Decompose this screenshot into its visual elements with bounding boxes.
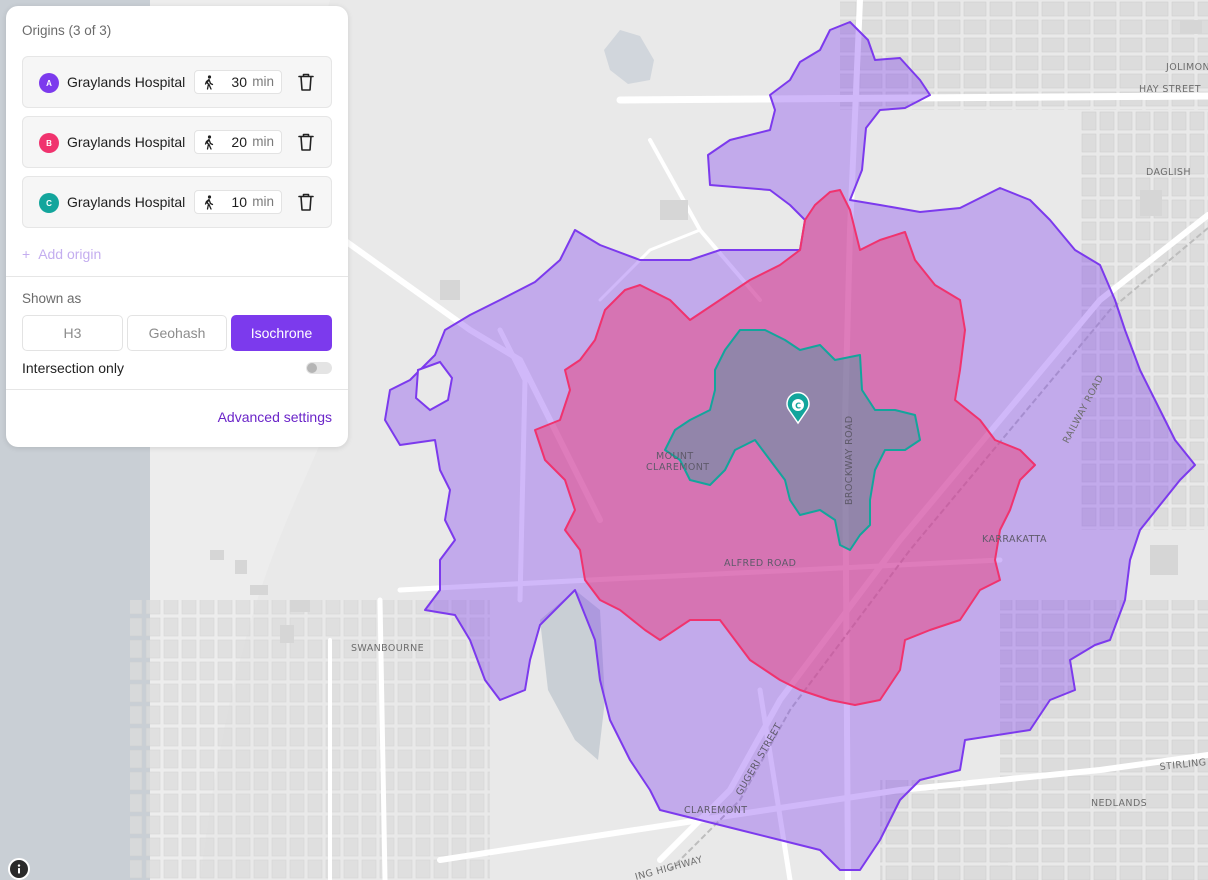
- shown-as-h3-button[interactable]: H3: [22, 315, 123, 351]
- label-jolimont: JOLIMON: [1165, 62, 1208, 73]
- label-hay-street: HAY STREET: [1139, 84, 1201, 95]
- label-daglish: DAGLISH: [1146, 167, 1191, 178]
- travel-time-unit-a: min: [252, 74, 274, 89]
- label-swanbourne: SWANBOURNE: [351, 643, 424, 654]
- walk-icon: [204, 135, 214, 150]
- urban-blocks: [130, 600, 490, 880]
- advanced-settings-link[interactable]: Advanced settings: [218, 409, 332, 425]
- label-brockway-road: BROCKWAY ROAD: [844, 415, 855, 505]
- origin-name-a[interactable]: Graylands Hospital: [67, 74, 187, 90]
- intersection-only-toggle[interactable]: [306, 362, 332, 374]
- info-button[interactable]: [8, 858, 30, 880]
- label-mount: MOUNT: [656, 451, 694, 462]
- trash-icon[interactable]: [297, 72, 315, 92]
- origins-title: Origins (3 of 3): [22, 23, 112, 38]
- origins-panel: Origins (3 of 3) A Graylands Hospital 30…: [6, 6, 348, 447]
- travel-time-value-b: 20: [231, 134, 247, 150]
- travel-time-value-a: 30: [231, 74, 247, 90]
- walk-icon: [204, 75, 214, 90]
- origin-row-c[interactable]: C Graylands Hospital 10 min: [22, 176, 332, 228]
- add-origin-button[interactable]: + Add origin: [22, 246, 101, 262]
- divider: [6, 389, 348, 390]
- label-karrakatta: KARRAKATTA: [982, 534, 1047, 545]
- travel-time-unit-c: min: [252, 194, 274, 209]
- toggle-knob: [307, 363, 317, 373]
- origin-badge-a: A: [39, 73, 59, 93]
- plus-icon: +: [22, 246, 31, 262]
- info-icon: [17, 864, 21, 874]
- trash-icon[interactable]: [297, 192, 315, 212]
- label-claremont-mount: CLAREMONT: [646, 462, 709, 473]
- travel-time-a[interactable]: 30 min: [194, 70, 282, 94]
- shown-as-geohash-button[interactable]: Geohash: [127, 315, 227, 351]
- walk-icon: [204, 195, 214, 210]
- label-alfred-road: ALFRED ROAD: [724, 558, 796, 569]
- origin-name-c[interactable]: Graylands Hospital: [67, 194, 187, 210]
- origin-marker-c-letter: C: [795, 402, 801, 411]
- shown-as-title: Shown as: [22, 291, 82, 306]
- travel-time-c[interactable]: 10 min: [194, 190, 282, 214]
- add-origin-label: Add origin: [38, 246, 102, 262]
- divider: [6, 276, 348, 277]
- origin-name-b[interactable]: Graylands Hospital: [67, 134, 187, 150]
- label-claremont: CLAREMONT: [684, 805, 747, 816]
- shown-as-isochrone-button[interactable]: Isochrone: [231, 315, 332, 351]
- label-nedlands: NEDLANDS: [1091, 798, 1147, 809]
- origin-row-a[interactable]: A Graylands Hospital 30 min: [22, 56, 332, 108]
- origin-badge-b: B: [39, 133, 59, 153]
- travel-time-unit-b: min: [252, 134, 274, 149]
- origin-badge-c: C: [39, 193, 59, 213]
- trash-icon[interactable]: [297, 132, 315, 152]
- origin-row-b[interactable]: B Graylands Hospital 20 min: [22, 116, 332, 168]
- travel-time-b[interactable]: 20 min: [194, 130, 282, 154]
- travel-time-value-c: 10: [231, 194, 247, 210]
- intersection-only-label: Intersection only: [22, 360, 124, 376]
